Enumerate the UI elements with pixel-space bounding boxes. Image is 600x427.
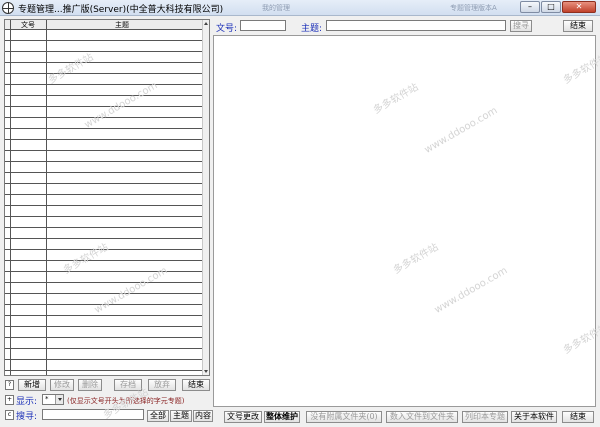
- discard-button[interactable]: 放弃: [148, 379, 176, 391]
- topic-input[interactable]: [326, 20, 506, 31]
- column-header-docno[interactable]: 文号: [21, 20, 35, 30]
- about-button[interactable]: 关于本软件: [511, 411, 557, 423]
- window-title: 专题管理...推广版(Server)(中全普大科技有限公司): [18, 5, 224, 15]
- row-indicator-divider: [10, 20, 11, 375]
- import-file-button[interactable]: 数入文件到文件夹: [386, 411, 458, 423]
- close-button[interactable]: ✕: [562, 1, 596, 13]
- scroll-down-icon[interactable]: [204, 370, 208, 373]
- table-scrollbar[interactable]: [202, 20, 209, 375]
- maximize-button[interactable]: □: [541, 1, 561, 13]
- display-label: 显示:: [16, 397, 38, 407]
- search-label: 搜寻:: [16, 412, 38, 422]
- attachment-folder-button[interactable]: 没有附属文件夹(0): [306, 411, 382, 423]
- expand-icon[interactable]: +: [5, 395, 14, 405]
- print-button[interactable]: 列印本专题: [462, 411, 508, 423]
- display-hint: (仅显示文号开头为所选择的字元专题): [67, 397, 185, 405]
- docno-input[interactable]: [240, 20, 286, 31]
- ghost-tab-2: 专题管理版本A: [450, 4, 497, 12]
- archive-button[interactable]: 存档: [114, 379, 142, 391]
- title-bar: 专题管理...推广版(Server)(中全普大科技有限公司) 我的管理 专题管理…: [0, 0, 600, 16]
- search-input[interactable]: [42, 409, 144, 420]
- bottom-end-button[interactable]: 结束: [562, 411, 594, 423]
- topic-content-area[interactable]: [213, 35, 596, 407]
- table-header: 文号 主题: [5, 20, 203, 30]
- topic-label: 主题:: [301, 24, 323, 34]
- minimize-button[interactable]: –: [520, 1, 540, 13]
- search-content-button[interactable]: 内容: [193, 410, 213, 422]
- search-all-button[interactable]: 全部: [147, 410, 169, 422]
- display-filter-dropdown[interactable]: *: [42, 394, 64, 405]
- scroll-up-icon[interactable]: [204, 22, 208, 25]
- collapse-icon[interactable]: c: [5, 410, 14, 420]
- display-filter-value: *: [45, 395, 49, 403]
- chevron-down-icon[interactable]: [55, 395, 63, 404]
- maintain-button[interactable]: 整体维护: [264, 411, 300, 423]
- topic-table[interactable]: 文号 主题: [4, 19, 210, 376]
- app-globe-icon: [2, 2, 14, 14]
- search-topic-button[interactable]: 主题: [170, 410, 192, 422]
- column-divider: [46, 20, 47, 375]
- top-end-button[interactable]: 结束: [563, 20, 593, 32]
- help-icon[interactable]: ?: [5, 380, 14, 390]
- docno-label: 文号:: [216, 24, 238, 34]
- top-search-button[interactable]: 搜寻: [510, 20, 532, 32]
- ghost-tab-1: 我的管理: [262, 4, 290, 12]
- delete-button[interactable]: 删除: [78, 379, 102, 391]
- new-button[interactable]: 新增: [18, 379, 46, 391]
- change-docno-button[interactable]: 文号更改: [224, 411, 262, 423]
- table-rows[interactable]: [5, 30, 203, 375]
- column-header-topic[interactable]: 主题: [115, 20, 129, 30]
- edit-button[interactable]: 修改: [50, 379, 74, 391]
- left-end-button[interactable]: 结束: [182, 379, 210, 391]
